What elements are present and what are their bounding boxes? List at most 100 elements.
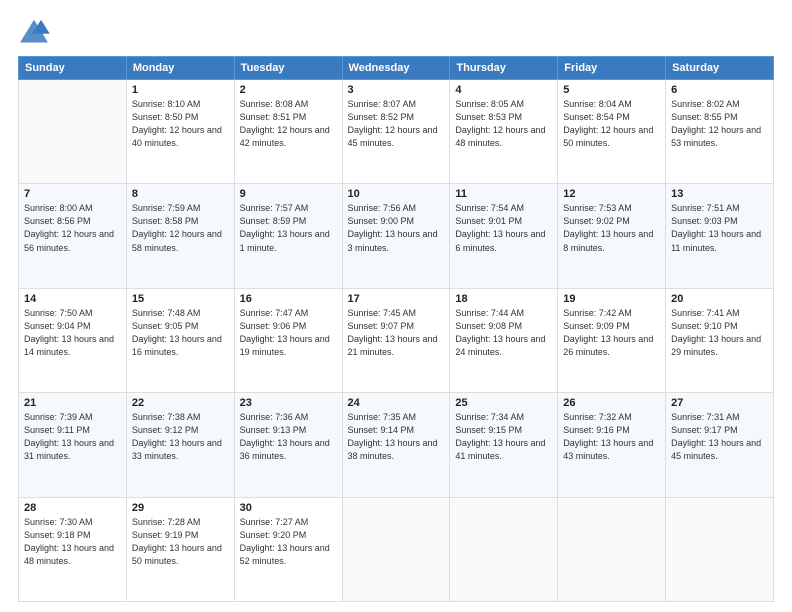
day-number: 18: [455, 293, 552, 305]
calendar-cell: 13 Sunrise: 7:51 AM Sunset: 9:03 PM Dayli…: [666, 184, 774, 288]
day-number: 4: [455, 84, 552, 96]
day-info: Sunrise: 7:54 AM Sunset: 9:01 PM Dayligh…: [455, 202, 552, 254]
day-number: 8: [132, 188, 229, 200]
day-info: Sunrise: 8:08 AM Sunset: 8:51 PM Dayligh…: [240, 98, 337, 150]
calendar-cell: 1 Sunrise: 8:10 AM Sunset: 8:50 PM Daylig…: [126, 80, 234, 184]
day-info: Sunrise: 7:42 AM Sunset: 9:09 PM Dayligh…: [563, 307, 660, 359]
calendar-cell: 6 Sunrise: 8:02 AM Sunset: 8:55 PM Daylig…: [666, 80, 774, 184]
day-number: 21: [24, 397, 121, 409]
calendar-cell: 27 Sunrise: 7:31 AM Sunset: 9:17 PM Dayli…: [666, 393, 774, 497]
calendar-cell: [342, 497, 450, 601]
calendar-row: 14Sunrise: 7:50 AM Sunset: 9:04 PM Dayli…: [19, 288, 774, 392]
day-number: 11: [455, 188, 552, 200]
header: [18, 18, 774, 46]
day-info: Sunrise: 7:27 AM Sunset: 9:20 PM Dayligh…: [240, 516, 337, 568]
calendar-cell: 20 Sunrise: 7:41 AM Sunset: 9:10 PM Dayli…: [666, 288, 774, 392]
day-number: 1: [132, 84, 229, 96]
col-saturday: Saturday: [666, 57, 774, 80]
day-number: 2: [240, 84, 337, 96]
calendar-table: Sunday Monday Tuesday Wednesday Thursday…: [18, 56, 774, 602]
day-number: 19: [563, 293, 660, 305]
col-sunday: Sunday: [19, 57, 127, 80]
calendar-cell: 16 Sunrise: 7:47 AM Sunset: 9:06 PM Dayli…: [234, 288, 342, 392]
day-number: 17: [348, 293, 445, 305]
calendar-cell: 15Sunrise: 7:48 AM Sunset: 9:05 PM Dayli…: [126, 288, 234, 392]
calendar-cell: 17 Sunrise: 7:45 AM Sunset: 9:07 PM Dayli…: [342, 288, 450, 392]
day-info: Sunrise: 7:45 AM Sunset: 9:07 PM Dayligh…: [348, 307, 445, 359]
day-info: Sunrise: 8:04 AM Sunset: 8:54 PM Dayligh…: [563, 98, 660, 150]
logo-icon: [18, 18, 50, 46]
day-number: 20: [671, 293, 768, 305]
day-number: 16: [240, 293, 337, 305]
day-info: Sunrise: 7:31 AM Sunset: 9:17 PM Dayligh…: [671, 411, 768, 463]
day-info: Sunrise: 7:44 AM Sunset: 9:08 PM Dayligh…: [455, 307, 552, 359]
calendar-row: 1 Sunrise: 8:10 AM Sunset: 8:50 PM Daylig…: [19, 80, 774, 184]
col-monday: Monday: [126, 57, 234, 80]
calendar-cell: 9Sunrise: 7:57 AM Sunset: 8:59 PM Daylig…: [234, 184, 342, 288]
day-info: Sunrise: 7:39 AM Sunset: 9:11 PM Dayligh…: [24, 411, 121, 463]
calendar-row: 7 Sunrise: 8:00 AM Sunset: 8:56 PM Daylig…: [19, 184, 774, 288]
day-info: Sunrise: 7:30 AM Sunset: 9:18 PM Dayligh…: [24, 516, 121, 568]
weekday-header-row: Sunday Monday Tuesday Wednesday Thursday…: [19, 57, 774, 80]
calendar-cell: [19, 80, 127, 184]
day-info: Sunrise: 8:07 AM Sunset: 8:52 PM Dayligh…: [348, 98, 445, 150]
calendar-cell: 24Sunrise: 7:35 AM Sunset: 9:14 PM Dayli…: [342, 393, 450, 497]
calendar-cell: 25Sunrise: 7:34 AM Sunset: 9:15 PM Dayli…: [450, 393, 558, 497]
day-info: Sunrise: 7:36 AM Sunset: 9:13 PM Dayligh…: [240, 411, 337, 463]
day-info: Sunrise: 7:51 AM Sunset: 9:03 PM Dayligh…: [671, 202, 768, 254]
calendar-row: 21 Sunrise: 7:39 AM Sunset: 9:11 PM Dayli…: [19, 393, 774, 497]
day-info: Sunrise: 7:59 AM Sunset: 8:58 PM Dayligh…: [132, 202, 229, 254]
day-info: Sunrise: 8:00 AM Sunset: 8:56 PM Dayligh…: [24, 202, 121, 254]
calendar-cell: 8 Sunrise: 7:59 AM Sunset: 8:58 PM Daylig…: [126, 184, 234, 288]
day-number: 30: [240, 502, 337, 514]
day-number: 10: [348, 188, 445, 200]
day-number: 26: [563, 397, 660, 409]
col-wednesday: Wednesday: [342, 57, 450, 80]
day-number: 9: [240, 188, 337, 200]
calendar-cell: 22 Sunrise: 7:38 AM Sunset: 9:12 PM Dayli…: [126, 393, 234, 497]
calendar-cell: 21 Sunrise: 7:39 AM Sunset: 9:11 PM Dayli…: [19, 393, 127, 497]
calendar-cell: 11 Sunrise: 7:54 AM Sunset: 9:01 PM Dayli…: [450, 184, 558, 288]
day-info: Sunrise: 7:56 AM Sunset: 9:00 PM Dayligh…: [348, 202, 445, 254]
calendar-cell: 10 Sunrise: 7:56 AM Sunset: 9:00 PM Dayli…: [342, 184, 450, 288]
day-number: 5: [563, 84, 660, 96]
day-number: 14: [24, 293, 121, 305]
day-number: 23: [240, 397, 337, 409]
day-info: Sunrise: 7:47 AM Sunset: 9:06 PM Dayligh…: [240, 307, 337, 359]
calendar-cell: 2 Sunrise: 8:08 AM Sunset: 8:51 PM Daylig…: [234, 80, 342, 184]
day-number: 29: [132, 502, 229, 514]
calendar-cell: 12 Sunrise: 7:53 AM Sunset: 9:02 PM Dayli…: [558, 184, 666, 288]
day-number: 22: [132, 397, 229, 409]
day-info: Sunrise: 8:02 AM Sunset: 8:55 PM Dayligh…: [671, 98, 768, 150]
calendar-cell: 23 Sunrise: 7:36 AM Sunset: 9:13 PM Dayli…: [234, 393, 342, 497]
day-info: Sunrise: 8:05 AM Sunset: 8:53 PM Dayligh…: [455, 98, 552, 150]
day-number: 12: [563, 188, 660, 200]
calendar-cell: 18 Sunrise: 7:44 AM Sunset: 9:08 PM Dayli…: [450, 288, 558, 392]
calendar-page: Sunday Monday Tuesday Wednesday Thursday…: [0, 0, 792, 612]
day-info: Sunrise: 7:53 AM Sunset: 9:02 PM Dayligh…: [563, 202, 660, 254]
day-info: Sunrise: 7:38 AM Sunset: 9:12 PM Dayligh…: [132, 411, 229, 463]
day-number: 27: [671, 397, 768, 409]
day-number: 3: [348, 84, 445, 96]
calendar-row: 28 Sunrise: 7:30 AM Sunset: 9:18 PM Dayli…: [19, 497, 774, 601]
day-info: Sunrise: 8:10 AM Sunset: 8:50 PM Dayligh…: [132, 98, 229, 150]
day-info: Sunrise: 7:32 AM Sunset: 9:16 PM Dayligh…: [563, 411, 660, 463]
calendar-cell: [666, 497, 774, 601]
day-info: Sunrise: 7:41 AM Sunset: 9:10 PM Dayligh…: [671, 307, 768, 359]
day-info: Sunrise: 7:28 AM Sunset: 9:19 PM Dayligh…: [132, 516, 229, 568]
logo: [18, 18, 54, 46]
day-number: 7: [24, 188, 121, 200]
day-info: Sunrise: 7:35 AM Sunset: 9:14 PM Dayligh…: [348, 411, 445, 463]
calendar-cell: [450, 497, 558, 601]
day-number: 15: [132, 293, 229, 305]
calendar-cell: [558, 497, 666, 601]
calendar-cell: 14Sunrise: 7:50 AM Sunset: 9:04 PM Dayli…: [19, 288, 127, 392]
calendar-cell: 29 Sunrise: 7:28 AM Sunset: 9:19 PM Dayli…: [126, 497, 234, 601]
calendar-cell: 5 Sunrise: 8:04 AM Sunset: 8:54 PM Daylig…: [558, 80, 666, 184]
day-number: 28: [24, 502, 121, 514]
day-number: 13: [671, 188, 768, 200]
col-friday: Friday: [558, 57, 666, 80]
day-number: 6: [671, 84, 768, 96]
calendar-cell: 3 Sunrise: 8:07 AM Sunset: 8:52 PM Daylig…: [342, 80, 450, 184]
day-info: Sunrise: 7:34 AM Sunset: 9:15 PM Dayligh…: [455, 411, 552, 463]
